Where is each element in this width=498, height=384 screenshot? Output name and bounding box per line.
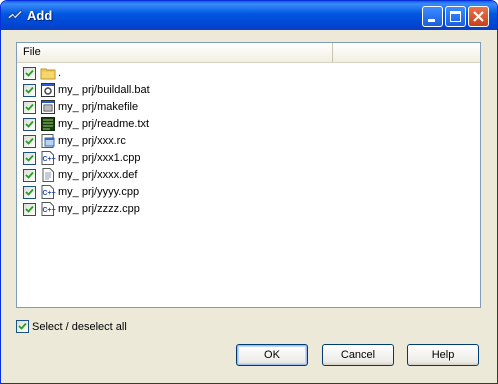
maximize-button[interactable] — [445, 6, 466, 27]
checkmark-icon — [25, 86, 34, 94]
list-item[interactable]: C++ my_ prj/xxx1.cpp — [21, 150, 321, 167]
checkmark-icon — [18, 322, 27, 330]
dialog-body: File . my_ prj/buildall.bat my_ prj/makefi… — [5, 30, 493, 379]
cpp-file-icon: C++ — [40, 201, 56, 217]
file-list[interactable]: File . my_ prj/buildall.bat my_ prj/makefi… — [16, 42, 481, 308]
column-header-file[interactable]: File — [17, 43, 333, 62]
item-checkbox[interactable] — [23, 118, 36, 131]
list-item[interactable]: my_ prj/xxxx.def — [21, 167, 321, 184]
app-icon — [7, 9, 23, 20]
ok-button[interactable]: OK — [236, 344, 308, 366]
list-item[interactable]: my_ prj/xxx.rc — [21, 133, 321, 150]
select-all-checkbox[interactable] — [16, 320, 29, 333]
window-title: Add — [27, 8, 53, 23]
item-checkbox[interactable] — [23, 169, 36, 182]
list-item[interactable]: C++ my_ prj/zzzz.cpp — [21, 201, 321, 218]
item-name: my_ prj/yyyy.cpp — [58, 186, 140, 198]
svg-text:C++: C++ — [43, 207, 56, 214]
item-name: my_ prj/makefile — [58, 101, 139, 113]
checkmark-icon — [25, 188, 34, 196]
item-name: my_ prj/xxx.rc — [58, 135, 126, 147]
makefile-icon — [40, 99, 56, 115]
help-button[interactable]: Help — [407, 344, 479, 366]
checkmark-icon — [25, 205, 34, 213]
item-checkbox[interactable] — [23, 203, 36, 216]
item-checkbox[interactable] — [23, 84, 36, 97]
list-item[interactable]: my_ prj/buildall.bat — [21, 82, 321, 99]
item-name: my_ prj/xxxx.def — [58, 169, 138, 181]
list-header: File — [17, 43, 480, 63]
svg-text:C++: C++ — [43, 156, 56, 163]
checkmark-icon — [25, 171, 34, 179]
title-bar[interactable]: Add — [1, 1, 497, 30]
list-item[interactable]: . — [21, 65, 321, 82]
item-checkbox[interactable] — [23, 101, 36, 114]
cpp-file-icon: C++ — [40, 184, 56, 200]
item-name: my_ prj/readme.txt — [58, 118, 150, 130]
cpp-file-icon: C++ — [40, 150, 56, 166]
item-checkbox[interactable] — [23, 135, 36, 148]
checkmark-icon — [25, 137, 34, 145]
svg-text:C++: C++ — [43, 190, 56, 197]
list-rows: . my_ prj/buildall.bat my_ prj/makefile my_… — [21, 65, 321, 218]
folder-icon — [40, 65, 56, 81]
item-checkbox[interactable] — [23, 67, 36, 80]
item-name: . — [58, 67, 62, 79]
text-file-icon — [40, 116, 56, 132]
item-name: my_ prj/buildall.bat — [58, 84, 150, 96]
cancel-button[interactable]: Cancel — [322, 344, 394, 366]
checkmark-icon — [25, 103, 34, 111]
checkmark-icon — [25, 154, 34, 162]
list-item[interactable]: my_ prj/makefile — [21, 99, 321, 116]
minimize-button[interactable] — [422, 6, 443, 27]
item-name: my_ prj/zzzz.cpp — [58, 203, 140, 215]
close-button[interactable] — [468, 6, 489, 27]
batch-file-icon — [40, 82, 56, 98]
select-all-label: Select / deselect all — [32, 321, 127, 333]
add-dialog: Add File . my_ prj/buildall.bat my_ prj/ma… — [0, 0, 498, 384]
resource-file-icon — [40, 133, 56, 149]
item-checkbox[interactable] — [23, 186, 36, 199]
item-checkbox[interactable] — [23, 152, 36, 165]
def-file-icon — [40, 167, 56, 183]
list-item[interactable]: my_ prj/readme.txt — [21, 116, 321, 133]
list-item[interactable]: C++ my_ prj/yyyy.cpp — [21, 184, 321, 201]
checkmark-icon — [25, 120, 34, 128]
minimize-icon — [428, 19, 435, 22]
item-name: my_ prj/xxx1.cpp — [58, 152, 141, 164]
maximize-icon — [450, 11, 461, 22]
checkmark-icon — [25, 69, 34, 77]
close-icon — [473, 11, 484, 22]
